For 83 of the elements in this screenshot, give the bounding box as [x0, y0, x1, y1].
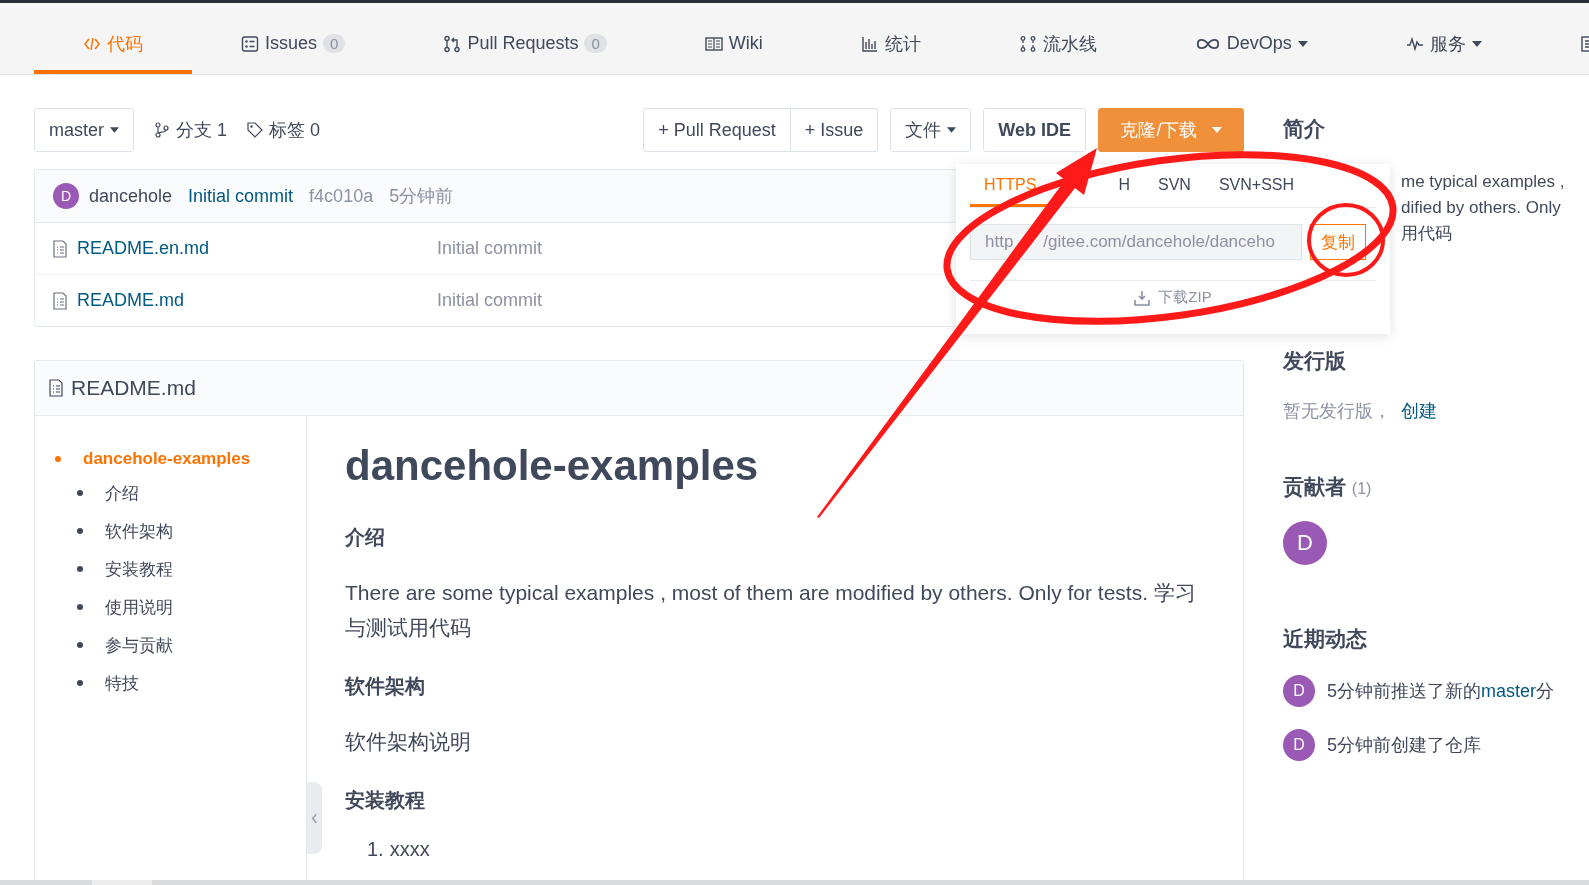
nav-tab[interactable]: DevOps [1145, 3, 1357, 74]
contributors-title: 贡献者 [1283, 475, 1346, 498]
file-commit-message: Initial commit [437, 290, 543, 311]
tag-icon [247, 122, 264, 138]
book-icon [704, 34, 723, 53]
list-item: xxxx [389, 838, 430, 861]
contributors-count: (1) [1351, 480, 1372, 497]
paragraph: There are some typical examples , most of them are modified by others. Only for tests. 学习与测试用代码 [345, 580, 1197, 641]
commit-message[interactable]: Initial commit [188, 185, 294, 207]
commit-author[interactable]: dancehole [89, 185, 173, 207]
paragraph: 软件架构说明 [345, 729, 472, 755]
releases-title: 发行版 [1283, 348, 1347, 374]
issue-button[interactable]: + Issue [790, 108, 879, 152]
activity-text: 5分钟前创建了仓库 [1327, 734, 1481, 757]
list-number: 1. [367, 838, 384, 861]
avatar: D [53, 183, 79, 209]
toc-item[interactable]: 介绍 [105, 481, 139, 505]
commit-time: 5分钟前 [389, 185, 454, 208]
infinity-icon [1194, 36, 1221, 51]
branch-icon [154, 122, 170, 138]
toc-item[interactable]: 特技 [105, 671, 139, 695]
toc-item[interactable]: 安装教程 [105, 557, 173, 581]
caret-icon [947, 127, 957, 133]
branch-select[interactable]: master [34, 108, 134, 152]
checklist-icon [241, 34, 259, 53]
toc-item[interactable]: 参与贡献 [105, 633, 173, 657]
pull-request-icon [443, 34, 462, 53]
file-icon [49, 379, 63, 397]
collapse-handle[interactable] [307, 782, 322, 854]
file-icon [53, 291, 67, 310]
download-icon [1134, 289, 1151, 306]
bullet-icon [77, 528, 83, 534]
nav-tab[interactable]: Pull Requests 0 [394, 3, 656, 74]
nav-tab[interactable]: 服务 [1356, 3, 1531, 74]
file-icon [53, 239, 67, 258]
count-badge: 0 [323, 34, 346, 53]
avatar: D [1283, 675, 1315, 707]
intro-text: dified by others. Only [1401, 197, 1562, 219]
caret-icon [110, 127, 119, 133]
file-menu-button[interactable]: 文件 [890, 108, 972, 152]
nav-tab[interactable]: Wiki [655, 3, 812, 74]
file-commit-message: Initial commit [437, 238, 543, 259]
section-heading: 安装教程 [345, 788, 426, 813]
toc-item[interactable]: 软件架构 [105, 519, 173, 543]
toc-item[interactable]: 使用说明 [105, 595, 173, 619]
intro-title: 简介 [1283, 116, 1326, 142]
readme-heading: dancehole-examples [345, 442, 760, 490]
bullet-icon [55, 456, 61, 462]
protocol-tab[interactable]: H [1104, 164, 1144, 207]
caret-icon [1211, 127, 1222, 133]
bullet-icon [77, 642, 83, 648]
bullet-icon [77, 566, 83, 572]
file-link[interactable]: README.en.md [77, 238, 210, 259]
protocol-tab[interactable]: SVN+SSH [1204, 164, 1309, 207]
create-release-link[interactable]: 创建 [1401, 399, 1437, 423]
pipeline-icon [1018, 34, 1037, 53]
nav-tab[interactable]: Issues 0 [192, 3, 395, 74]
avatar: D [1283, 729, 1315, 761]
activity-text: 5分钟前推送了新的master分 [1327, 680, 1555, 703]
branches-link[interactable]: 分支 1 [154, 118, 228, 142]
section-heading: 介绍 [345, 525, 386, 550]
count-badge: 0 [584, 34, 607, 53]
activity-title: 近期动态 [1283, 626, 1368, 652]
bullet-icon [77, 490, 83, 496]
readme-title: README.md [71, 376, 196, 400]
nav-tab[interactable]: 流水线 [969, 3, 1146, 74]
bar-chart-icon [860, 34, 879, 53]
chevron-left-icon [311, 812, 318, 824]
intro-text: me typical examples , [1401, 171, 1566, 193]
branch-link[interactable]: master [1481, 681, 1537, 701]
scrollbar[interactable] [0, 880, 1589, 885]
bullet-icon [77, 604, 83, 610]
contributor-avatar[interactable]: D [1283, 521, 1327, 565]
protocol-tab[interactable]: SVN [1144, 164, 1205, 207]
bullet-icon [77, 680, 83, 686]
intro-text: 用代码 [1401, 223, 1453, 245]
section-heading: 软件架构 [345, 674, 426, 699]
web-ide-button[interactable]: Web IDE [983, 108, 1086, 152]
pull-request-button[interactable]: + Pull Request [643, 108, 791, 152]
tags-link[interactable]: 标签 0 [247, 118, 321, 142]
no-releases-text: 暂无发行版， [1283, 400, 1391, 423]
file-link[interactable]: README.md [77, 290, 184, 311]
nav-tab[interactable]: 统计 [811, 3, 970, 74]
